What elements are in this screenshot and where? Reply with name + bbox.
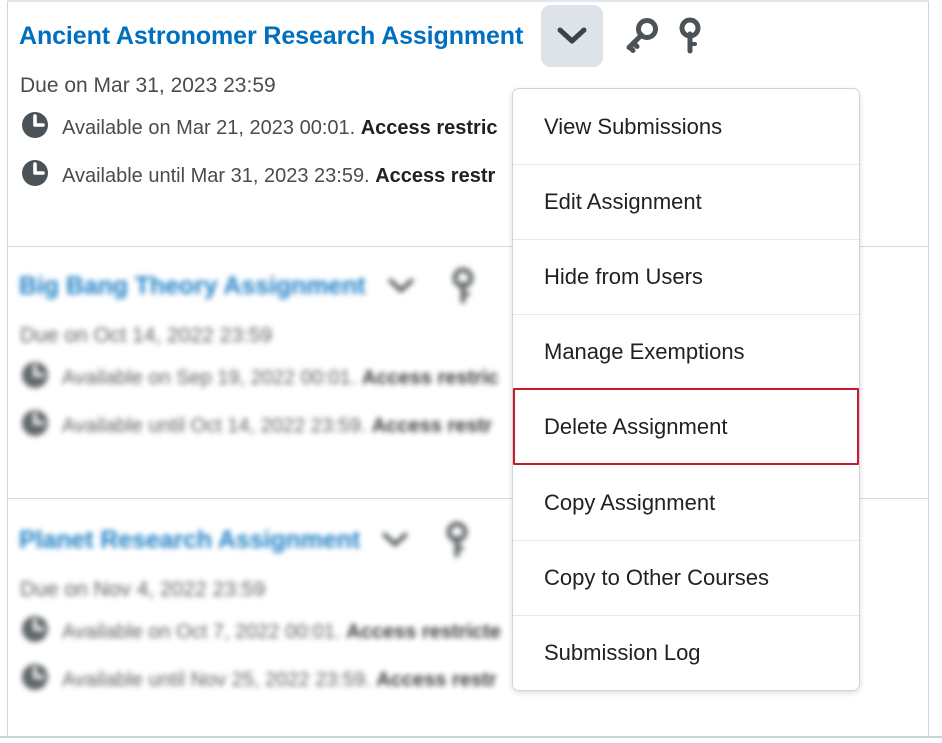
assignment-title-link[interactable]: Big Bang Theory Assignment — [19, 272, 366, 301]
menu-item-manage-exemptions[interactable]: Manage Exemptions — [513, 314, 859, 389]
clock-icon — [20, 408, 50, 444]
assignment-context-menu: View Submissions Edit Assignment Hide fr… — [512, 88, 860, 691]
availability-end-text: Available until Mar 31, 2023 23:59. Acce… — [62, 165, 495, 188]
page-border-bottom — [0, 736, 942, 738]
menu-item-delete-assignment[interactable]: Delete Assignment — [513, 388, 859, 465]
chevron-down-icon[interactable] — [384, 269, 418, 303]
assignment-title-link[interactable]: Planet Research Assignment — [19, 526, 360, 555]
chevron-down-icon[interactable] — [541, 5, 604, 67]
menu-item-view-submissions[interactable]: View Submissions — [513, 89, 859, 164]
clock-icon — [20, 614, 50, 650]
availability-start-text: Available on Oct 7, 2022 00:01. Access r… — [62, 621, 501, 644]
page-border-right — [928, 0, 929, 737]
availability-start-text: Available on Mar 21, 2023 00:01. Access … — [62, 117, 498, 140]
clock-icon — [20, 158, 50, 194]
clock-icon — [20, 662, 50, 698]
access-restricted-note: Access restricte — [346, 620, 501, 643]
menu-item-hide-from-users[interactable]: Hide from Users — [513, 239, 859, 314]
clock-icon — [20, 110, 50, 146]
menu-item-copy-assignment[interactable]: Copy Assignment — [513, 465, 859, 540]
availability-end-text: Available until Nov 25, 2022 23:59. Acce… — [62, 669, 496, 692]
access-restricted-note: Access restr — [375, 164, 496, 187]
page-border-top — [7, 0, 929, 2]
assignments-page: Ancient Astronomer Research Assignment D… — [0, 0, 942, 743]
key-vertical-icon[interactable] — [677, 17, 703, 55]
availability-start-label: Available on Sep 19, 2022 00:01. — [62, 366, 362, 389]
availability-end-label: Available until Oct 14, 2022 23:59. — [62, 414, 372, 437]
availability-start-label: Available on Oct 7, 2022 00:01. — [62, 620, 347, 643]
availability-start-label: Available on Mar 21, 2023 00:01. — [62, 116, 361, 139]
availability-end-label: Available until Nov 25, 2022 23:59. — [62, 668, 377, 691]
availability-end-text: Available until Oct 14, 2022 23:59. Acce… — [62, 415, 492, 438]
menu-item-submission-log[interactable]: Submission Log — [513, 615, 859, 690]
assignment-title-link[interactable]: Ancient Astronomer Research Assignment — [19, 22, 523, 51]
access-restricted-note: Access restr — [376, 668, 497, 691]
clock-icon — [20, 360, 50, 396]
menu-item-copy-to-other-courses[interactable]: Copy to Other Courses — [513, 540, 859, 615]
assignment-header: Ancient Astronomer Research Assignment — [8, 5, 928, 67]
key-icon[interactable] — [621, 17, 659, 55]
availability-end-label: Available until Mar 31, 2023 23:59. — [62, 164, 376, 187]
key-vertical-icon[interactable] — [444, 521, 470, 559]
access-restricted-note: Access restr — [371, 414, 492, 437]
menu-item-edit-assignment[interactable]: Edit Assignment — [513, 164, 859, 239]
chevron-down-icon[interactable] — [378, 523, 412, 557]
access-restricted-note: Access restric — [361, 366, 499, 389]
access-restricted-note: Access restric — [360, 116, 498, 139]
key-vertical-icon[interactable] — [450, 267, 476, 305]
availability-start-text: Available on Sep 19, 2022 00:01. Access … — [62, 367, 499, 390]
